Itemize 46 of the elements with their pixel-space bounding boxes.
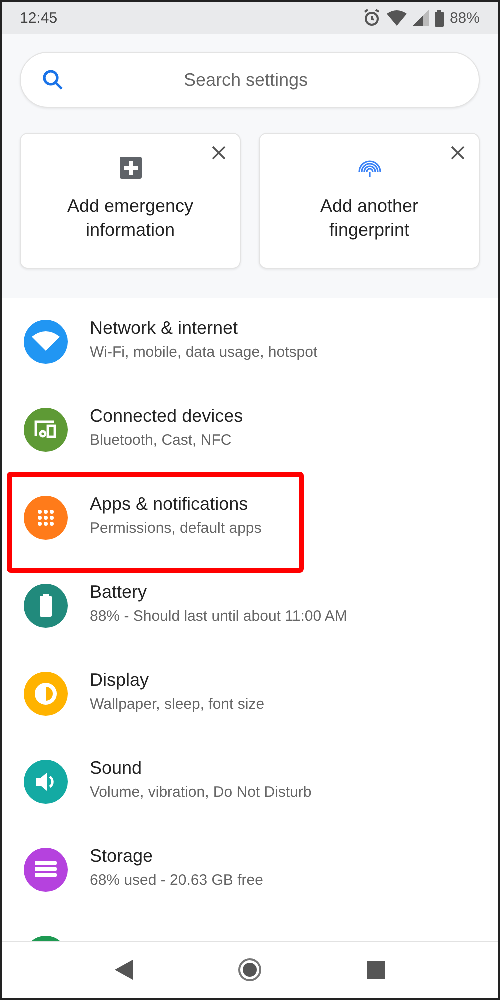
settings-item[interactable]: Display Wallpaper, sleep, font size [2,650,498,738]
battery-percent: 88% [450,10,480,26]
wifi-icon [386,10,407,26]
item-subtitle: Volume, vibration, Do Not Disturb [90,784,312,801]
item-title: Display [90,670,150,691]
back-button[interactable] [114,960,133,980]
item-subtitle: 88% - Should last until about 11:00 AM [90,608,348,625]
close-button[interactable] [210,144,228,162]
battery-icon [24,584,68,628]
display-icon [24,672,68,716]
suggestion-card[interactable]: Add another fingerprint [259,133,480,269]
close-button[interactable] [449,144,467,162]
network-icon [24,320,68,364]
settings-item[interactable]: Sound Volume, vibration, Do Not Disturb [2,738,498,826]
medical-cross-icon [118,156,142,180]
apps-icon [24,496,68,540]
item-subtitle: Permissions, default apps [90,520,262,537]
battery-icon [434,10,444,26]
status-time: 12:45 [20,10,58,26]
home-button[interactable] [238,958,262,982]
item-subtitle: Wallpaper, sleep, font size [90,696,265,713]
item-title: Battery [90,582,148,603]
suggestion-label: Add emergency information [66,195,195,242]
item-title: Sound [90,758,144,779]
overview-button[interactable] [367,961,386,979]
suggestion-label: Add another fingerprint [319,195,420,242]
item-title: Connected devices [90,406,244,427]
settings-item[interactable]: Network & internet Wi-Fi, mobile, data usage, hotspot [2,298,498,386]
item-subtitle: Bluetooth, Cast, NFC [90,432,233,449]
sound-icon [24,760,68,804]
search-icon [42,69,64,91]
item-subtitle: Wi-Fi, mobile, data usage, hotspot [90,344,318,361]
settings-item[interactable]: Storage 68% used - 20.63 GB free [2,826,498,914]
suggestion-card[interactable]: Add emergency information [20,133,241,269]
devices-icon [24,408,68,452]
item-title: Storage [90,846,154,867]
item-subtitle: 68% used - 20.63 GB free [90,872,264,889]
signal-icon [412,10,429,26]
item-title: Network & internet [90,318,240,339]
storage-icon [24,848,68,892]
settings-item[interactable]: Battery 88% - Should last until about 11:00 AM [2,562,498,650]
alarm-icon [362,9,381,27]
item-title: Apps & notifications [90,494,250,515]
settings-item[interactable]: Connected devices Bluetooth, Cast, NFC [2,386,498,474]
settings-item[interactable]: Apps & notifications Permissions, default apps [2,474,498,562]
search-field[interactable]: Search settings [20,52,480,108]
